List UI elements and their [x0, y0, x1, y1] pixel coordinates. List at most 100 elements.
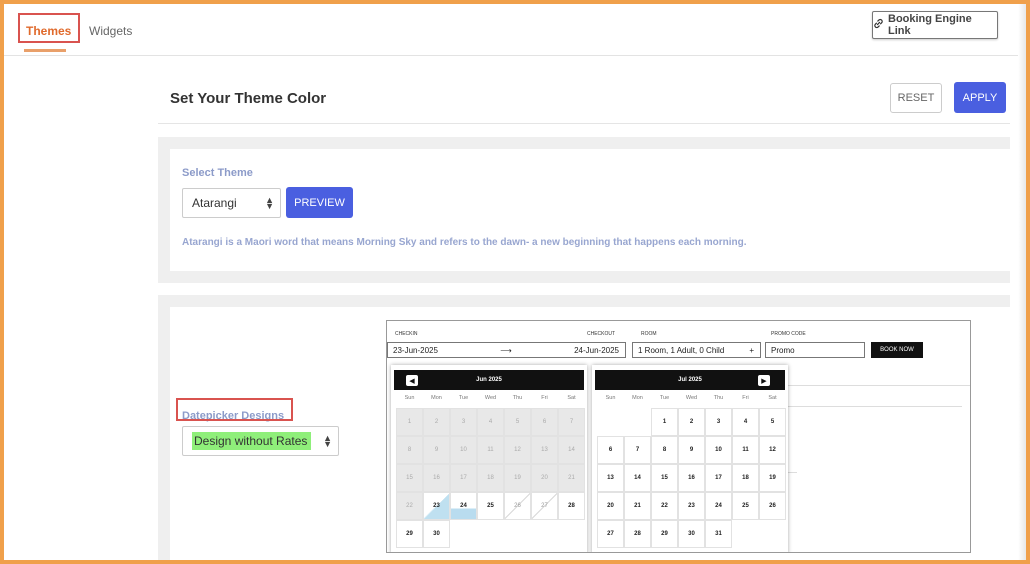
calendar-day[interactable]: 29 — [396, 520, 423, 548]
calendar-day[interactable]: 26 — [759, 492, 786, 520]
frame-edge — [1018, 4, 1026, 560]
calendar-day[interactable]: 30 — [678, 520, 705, 548]
weekday-label: Thu — [713, 395, 724, 401]
calendar-day[interactable]: 26 — [504, 492, 531, 520]
weekday-label: Sat — [567, 395, 576, 401]
calendar-day: 11 — [477, 436, 504, 464]
calendar-day[interactable]: 28 — [558, 492, 585, 520]
calendar-day[interactable]: 2 — [678, 408, 705, 436]
calendar-day[interactable]: 17 — [705, 464, 732, 492]
calendar-day[interactable]: 31 — [705, 520, 732, 548]
calendar-day[interactable]: 3 — [705, 408, 732, 436]
calendar-day[interactable]: 19 — [759, 464, 786, 492]
active-tab-underline — [24, 49, 66, 52]
calendar-day[interactable]: 1 — [651, 408, 678, 436]
datepicker-design-select[interactable]: Design without Rates ▲ ▼ — [182, 426, 339, 456]
calendar-day: 14 — [558, 436, 585, 464]
calendar-day[interactable]: 12 — [759, 436, 786, 464]
calendar-day[interactable]: 20 — [597, 492, 624, 520]
calendar-day[interactable]: 27 — [531, 492, 558, 520]
calendar-day[interactable]: 25 — [477, 492, 504, 520]
preview-button[interactable]: PREVIEW — [286, 187, 353, 218]
background-divider — [787, 472, 797, 473]
calendar-day[interactable]: 10 — [705, 436, 732, 464]
calendar-day: 6 — [531, 408, 558, 436]
datepicker-label-highlight-box — [176, 398, 293, 421]
calendar-day[interactable]: 24 — [705, 492, 732, 520]
calendar-day[interactable]: 8 — [651, 436, 678, 464]
booking-engine-link-label: Booking Engine Link — [888, 13, 972, 37]
calendar-day[interactable]: 4 — [732, 408, 759, 436]
calendar-day[interactable]: 7 — [624, 436, 651, 464]
book-now-button[interactable]: BOOK NOW — [871, 342, 923, 358]
link-icon — [873, 18, 884, 32]
apply-button[interactable]: APPLY — [954, 82, 1006, 113]
calendar-day[interactable]: 29 — [651, 520, 678, 548]
calendar-day: 8 — [396, 436, 423, 464]
weekday-label: Sat — [768, 395, 777, 401]
calendar-day: 3 — [450, 408, 477, 436]
title-divider — [158, 123, 1010, 124]
chevron-left-icon[interactable]: ◀ — [406, 375, 418, 386]
weekday-label: Sun — [605, 395, 616, 401]
calendar-day[interactable]: 5 — [759, 408, 786, 436]
calendar-day: 1 — [396, 408, 423, 436]
calendar-day: 19 — [504, 464, 531, 492]
calendar-day[interactable]: 16 — [678, 464, 705, 492]
weekday-label: Tue — [458, 395, 469, 401]
calendar-day[interactable]: 25 — [732, 492, 759, 520]
calendar-day: 16 — [423, 464, 450, 492]
weekday-label: Mon — [632, 395, 643, 401]
calendar-day[interactable]: 6 — [597, 436, 624, 464]
calendar-day[interactable]: 23 — [678, 492, 705, 520]
checkin-label: CHECKIN — [395, 331, 418, 337]
weekday-label: Sun — [404, 395, 415, 401]
month-title: Jun 2025 — [476, 377, 502, 383]
weekday-label: Thu — [512, 395, 523, 401]
calendar-day[interactable]: 23 — [423, 492, 450, 520]
calendar-day[interactable]: 30 — [423, 520, 450, 548]
weekday-label: Wed — [685, 395, 698, 401]
calendar-day: 7 — [558, 408, 585, 436]
calendar-day[interactable]: 24 — [450, 492, 477, 520]
calendar-day[interactable]: 22 — [651, 492, 678, 520]
checkin-value: 23-Jun-2025 — [393, 345, 438, 355]
theme-select-value: Atarangi — [192, 196, 237, 210]
calendar-day[interactable]: 15 — [651, 464, 678, 492]
select-theme-label: Select Theme — [182, 167, 253, 179]
calendar-day: 15 — [396, 464, 423, 492]
month-title: Jul 2025 — [678, 377, 702, 383]
weekday-label: Fri — [541, 395, 548, 401]
weekday-label: Wed — [484, 395, 497, 401]
room-field[interactable]: 1 Room, 1 Adult, 0 Child + — [632, 342, 761, 358]
booking-engine-link-button[interactable]: Booking Engine Link — [872, 11, 998, 39]
sort-arrows-icon: ▲ ▼ — [323, 433, 332, 449]
room-label: ROOM — [641, 331, 657, 337]
calendar-day[interactable]: 9 — [678, 436, 705, 464]
calendar-header: Jun 2025 — [394, 370, 584, 390]
weekday-label: Mon — [431, 395, 442, 401]
promo-field[interactable]: Promo — [765, 342, 865, 358]
calendar-day: 17 — [450, 464, 477, 492]
calendar-day: 20 — [531, 464, 558, 492]
calendar-day[interactable]: 27 — [597, 520, 624, 548]
calendar-day[interactable]: 11 — [732, 436, 759, 464]
background-divider — [787, 406, 962, 407]
calendar-day[interactable]: 18 — [732, 464, 759, 492]
reset-button[interactable]: RESET — [890, 83, 942, 113]
tab-widgets[interactable]: Widgets — [89, 24, 132, 38]
chevron-right-icon[interactable]: ▶ — [758, 375, 770, 386]
calendar-day[interactable]: 13 — [597, 464, 624, 492]
sort-arrows-icon: ▲ ▼ — [265, 195, 274, 211]
checkout-label: CHECKOUT — [587, 331, 616, 337]
theme-select[interactable]: Atarangi ▲ ▼ — [182, 188, 281, 218]
calendar-day: 2 — [423, 408, 450, 436]
background-divider — [787, 385, 970, 386]
calendar-day[interactable]: 21 — [624, 492, 651, 520]
calendar-day[interactable]: 14 — [624, 464, 651, 492]
plus-icon: + — [749, 345, 754, 355]
calendar-day: 13 — [531, 436, 558, 464]
date-range-field[interactable]: 23-Jun-2025 ⟶ 24-Jun-2025 — [387, 342, 626, 358]
calendar-day: 12 — [504, 436, 531, 464]
calendar-day[interactable]: 28 — [624, 520, 651, 548]
